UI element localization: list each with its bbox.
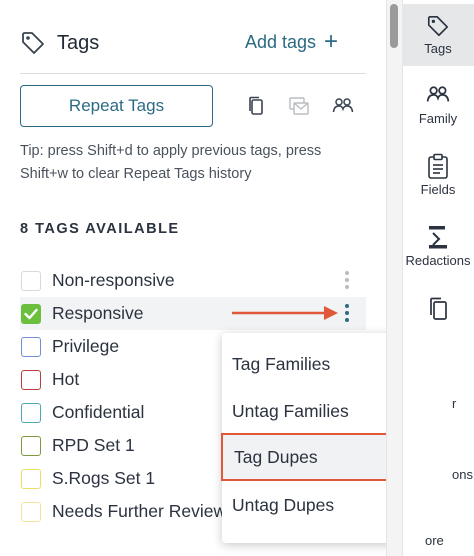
checkbox[interactable] [21,402,41,423]
checkbox[interactable] [21,336,41,357]
check-icon [24,308,38,319]
sidebar-item-redactions[interactable]: Redactions [402,224,474,284]
sidebar-item-label: Redactions [405,253,471,268]
tag-label: RPD Set 1 [52,435,135,455]
duplicate-icon[interactable] [245,95,267,117]
sidebar-item-tags[interactable]: Tags [402,4,474,66]
checkbox[interactable] [21,468,41,489]
sidebar-partial-label: ore [425,533,444,548]
sidebar-item-label: Tags [424,41,452,56]
tag-label: Confidential [52,402,145,422]
repeat-tags-tip: Tip: press Shift+d to apply previous tag… [20,143,322,182]
sidebar-item-family[interactable]: Family [402,84,474,144]
tag-row[interactable]: Non-responsive [20,264,366,297]
tag-label: Needs Further Review [52,501,227,521]
tags-available-heading: 8 TAGS AVAILABLE [20,221,180,237]
sidebar-item-fields[interactable]: Fields [402,153,474,213]
sidebar-partial-label: ons [452,467,473,482]
tag-label: Hot [52,369,80,389]
clipboard-icon [428,153,448,179]
checkbox-checked[interactable] [21,303,41,324]
tag-label: Responsive [52,303,144,323]
redaction-icon [429,226,447,249]
tag-label: S.Rogs Set 1 [52,468,156,488]
checkbox[interactable] [21,435,41,456]
email-thread-icon[interactable] [288,95,310,117]
scrollbar-track[interactable] [386,0,402,556]
add-tags-link[interactable]: Add tags [245,32,316,53]
sidebar-item-label: Fields [420,182,456,197]
checkbox[interactable] [21,270,41,291]
family-icon [426,86,450,102]
sidebar-item-label: Family [418,111,458,126]
tag-icon [427,15,449,37]
more-options-icon[interactable] [340,301,354,325]
checkbox[interactable] [21,501,41,522]
duplicate-icon [430,297,447,320]
sidebar-item-duplicates[interactable] [402,296,474,336]
annotation-arrow [232,306,338,320]
plus-icon[interactable]: + [324,28,338,56]
scrollbar-thumb[interactable] [390,4,398,48]
more-options-icon[interactable] [340,268,354,292]
sidebar-partial-label: r [452,396,457,411]
header-divider [20,73,366,74]
family-icon[interactable] [332,95,354,117]
checkbox[interactable] [21,369,41,390]
tag-icon [22,32,44,54]
tag-label: Privilege [52,336,120,356]
tag-label: Non-responsive [52,270,175,290]
repeat-tags-button[interactable]: Repeat Tags [20,85,213,127]
panel-title: Tags [57,32,100,54]
